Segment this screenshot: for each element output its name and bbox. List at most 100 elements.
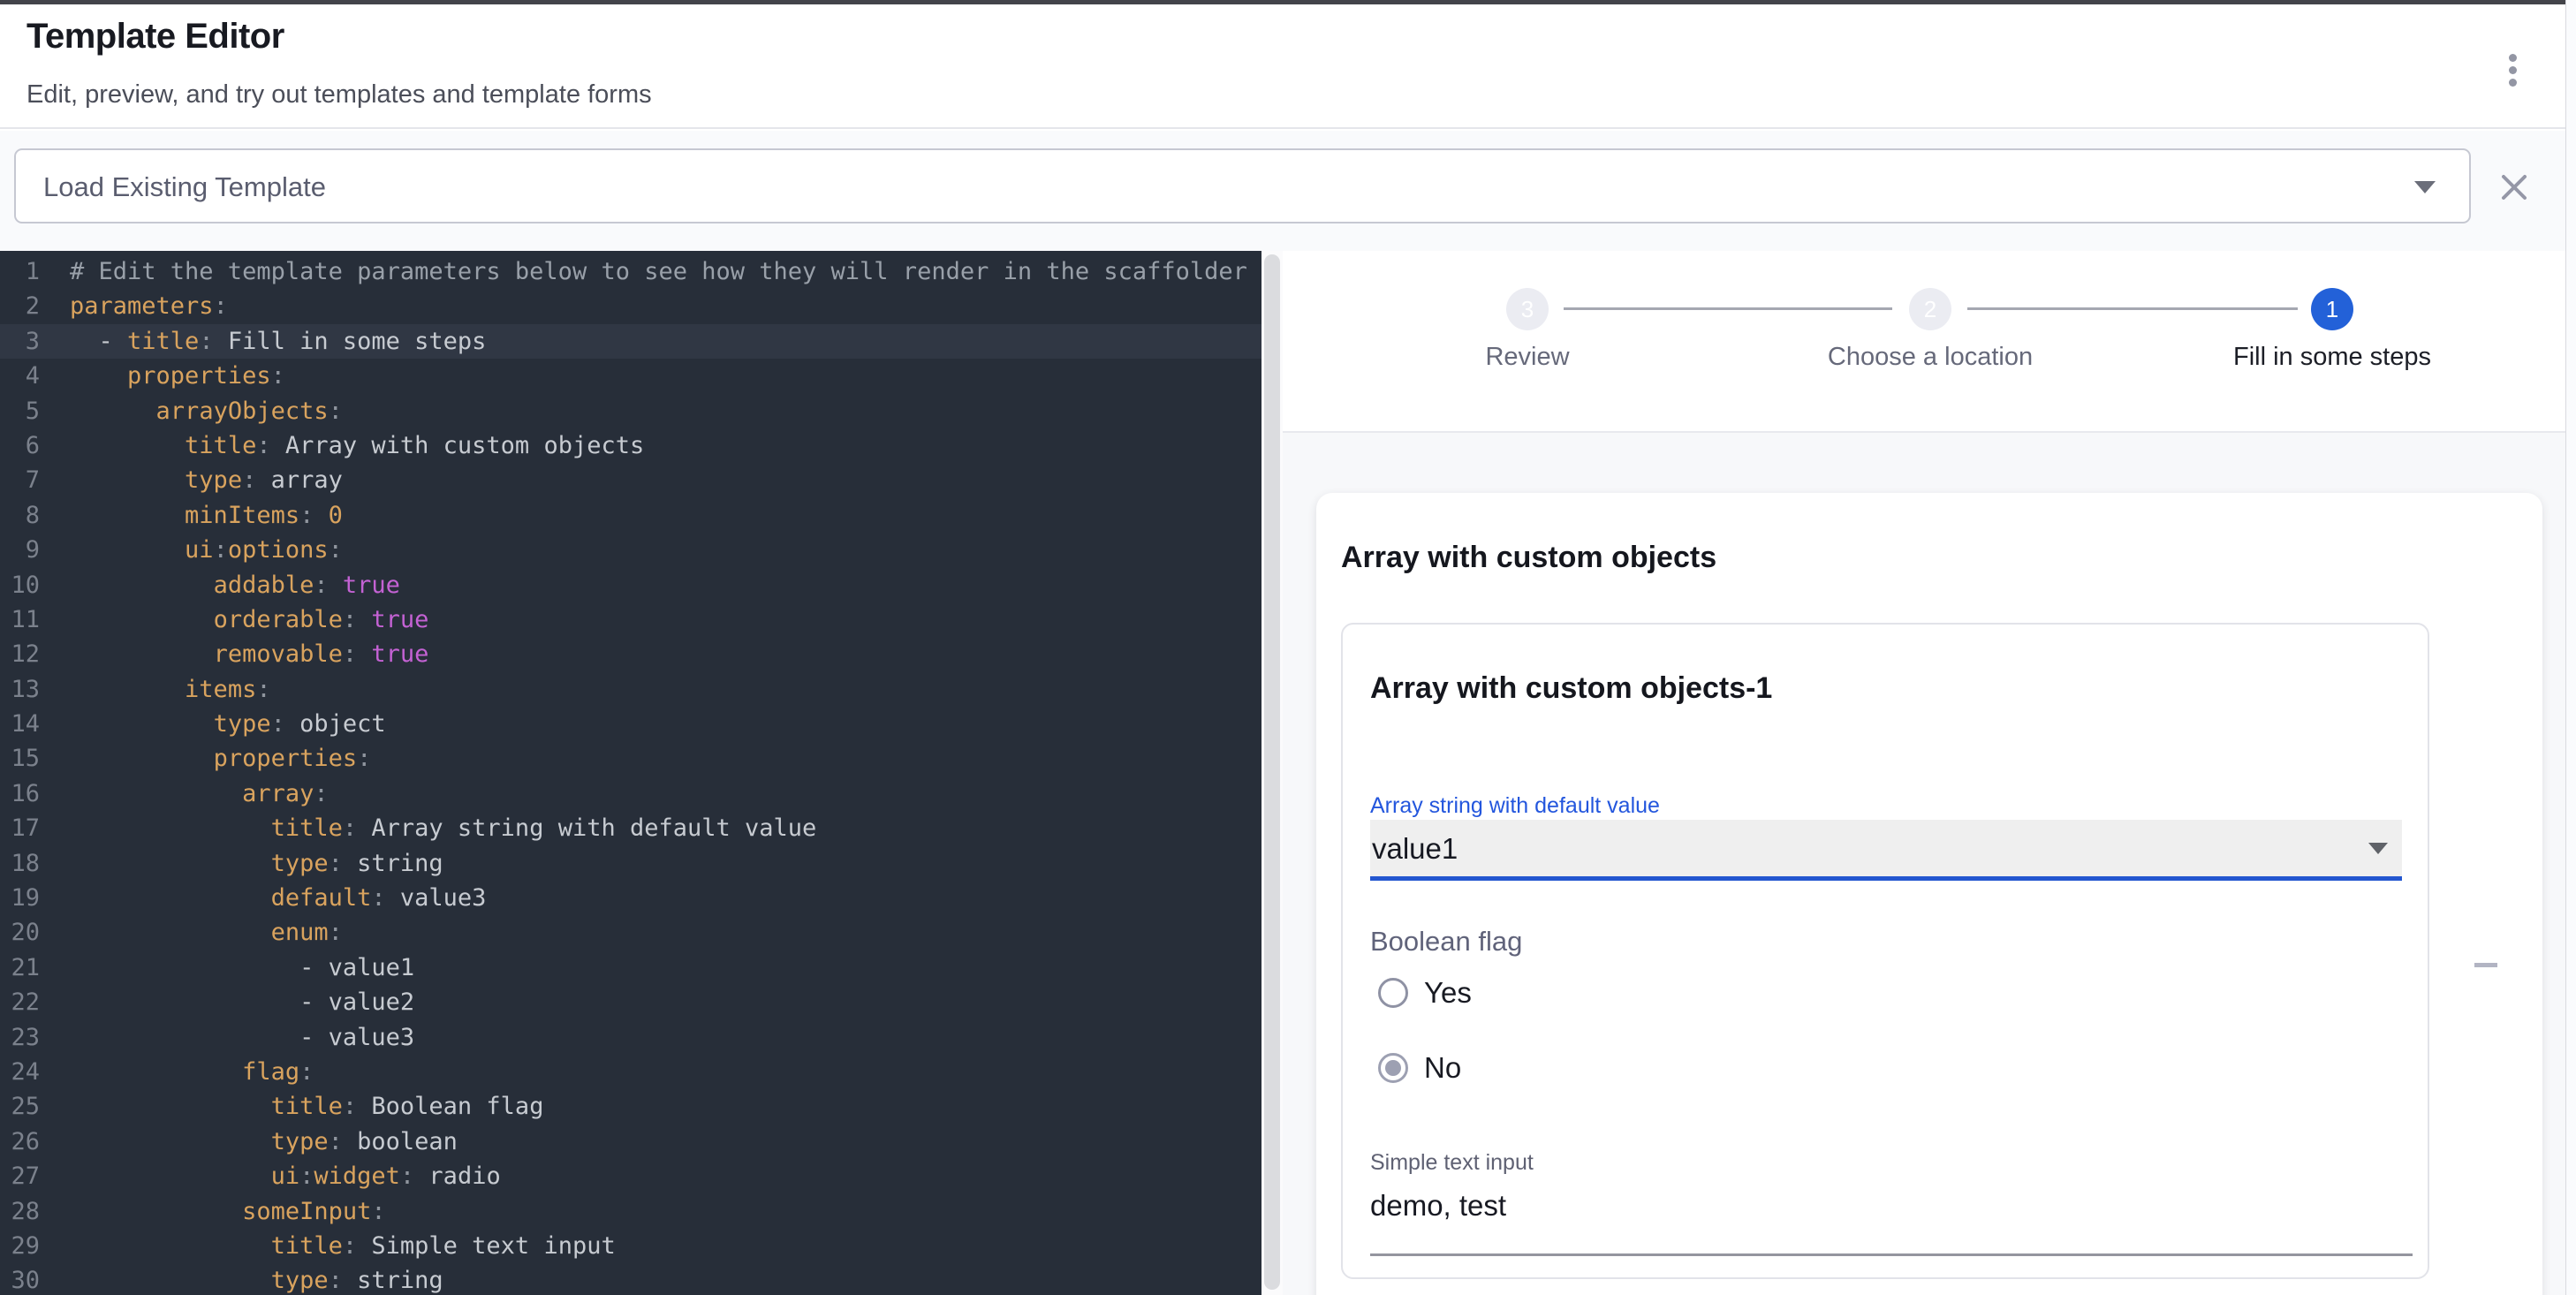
code-text: - value1 [70, 950, 414, 985]
line-number: 13 [0, 672, 40, 707]
code-line-2[interactable]: 2parameters: [0, 289, 1261, 323]
kebab-menu-icon[interactable] [2491, 40, 2534, 100]
code-line-12[interactable]: 12 removable: true [0, 637, 1261, 671]
line-number: 5 [0, 394, 40, 428]
code-line-23[interactable]: 23 - value3 [0, 1020, 1261, 1055]
stepper: 3Review 2 Choose a location 1 Fill in some s… [1283, 251, 2565, 433]
code-line-8[interactable]: 8 minItems: 0 [0, 498, 1261, 533]
code-text: orderable: true [70, 602, 428, 637]
line-number: 28 [0, 1194, 40, 1229]
code-line-18[interactable]: 18 type: string [0, 846, 1261, 881]
yaml-code-editor[interactable]: 1# Edit the template parameters below to… [0, 251, 1261, 1295]
line-number: 22 [0, 985, 40, 1019]
line-number: 6 [0, 428, 40, 463]
code-line-5[interactable]: 5 arrayObjects: [0, 394, 1261, 428]
code-text: enum: [70, 915, 343, 950]
code-text: minItems: 0 [70, 498, 343, 533]
code-line-6[interactable]: 6 title: Array with custom objects [0, 428, 1261, 463]
step-circle: 1 [2311, 288, 2353, 330]
code-text: parameters: [70, 289, 228, 323]
minus-icon [2474, 963, 2497, 967]
code-text: type: string [70, 846, 443, 881]
code-line-16[interactable]: 16 array: [0, 776, 1261, 811]
radio-group-label: Boolean flag [1370, 926, 1522, 958]
line-number: 16 [0, 776, 40, 811]
code-line-1[interactable]: 1# Edit the template parameters below to… [0, 254, 1261, 289]
code-text: items: [70, 672, 271, 707]
code-text: removable: true [70, 637, 428, 671]
remove-array-item-button[interactable] [2459, 938, 2512, 991]
load-existing-template-select[interactable]: Load Existing Template [14, 148, 2471, 223]
code-line-14[interactable]: 14 type: object [0, 707, 1261, 741]
select-caret-icon [2368, 843, 2388, 854]
code-line-3[interactable]: 3 - title: Fill in some steps [0, 324, 1261, 359]
step-connector [1967, 307, 2298, 310]
line-number: 14 [0, 707, 40, 741]
select-field-underline [1370, 876, 2402, 881]
step-choose-a-location[interactable]: 2 Choose a location [1745, 288, 2116, 372]
radio-unchecked-icon [1378, 978, 1408, 1008]
code-text: type: object [70, 707, 386, 741]
code-text: flag: [70, 1055, 314, 1089]
text-field-underline [1370, 1253, 2413, 1256]
code-text: default: value3 [70, 881, 486, 915]
code-line-22[interactable]: 22 - value2 [0, 985, 1261, 1019]
code-line-10[interactable]: 10 addable: true [0, 568, 1261, 602]
code-line-19[interactable]: 19 default: value3 [0, 881, 1261, 915]
code-text: type: string [70, 1263, 443, 1295]
editor-scrollbar[interactable] [1261, 251, 1283, 1295]
code-text: title: Boolean flag [70, 1089, 543, 1124]
code-line-15[interactable]: 15 properties: [0, 741, 1261, 776]
code-line-21[interactable]: 21 - value1 [0, 950, 1261, 985]
code-line-13[interactable]: 13 items: [0, 672, 1261, 707]
radio-option-no[interactable]: No [1378, 1030, 1472, 1105]
clear-template-button[interactable] [2496, 170, 2532, 205]
step-circle: 3 [1506, 288, 1549, 330]
step-label: Fill in some steps [2147, 343, 2518, 372]
line-number: 23 [0, 1020, 40, 1055]
page-scrollbar[interactable] [2565, 0, 2576, 1295]
code-line-11[interactable]: 11 orderable: true [0, 602, 1261, 637]
code-line-9[interactable]: 9 ui:options: [0, 533, 1261, 567]
code-line-27[interactable]: 27 ui:widget: radio [0, 1159, 1261, 1193]
code-line-7[interactable]: 7 type: array [0, 463, 1261, 497]
line-number: 27 [0, 1159, 40, 1193]
code-line-20[interactable]: 20 enum: [0, 915, 1261, 950]
code-text: ui:widget: radio [70, 1159, 501, 1193]
editor-scrollbar-thumb[interactable] [1264, 254, 1280, 1290]
line-number: 20 [0, 915, 40, 950]
code-text: properties: [70, 359, 285, 393]
step-label: Choose a location [1745, 343, 2116, 372]
code-line-26[interactable]: 26 type: boolean [0, 1125, 1261, 1159]
line-number: 12 [0, 637, 40, 671]
radio-option-label: Yes [1424, 976, 1472, 1010]
code-line-24[interactable]: 24 flag: [0, 1055, 1261, 1089]
line-number: 1 [0, 254, 40, 289]
step-fill-in-some-steps[interactable]: 1 Fill in some steps [2147, 288, 2518, 372]
code-line-30[interactable]: 30 type: string [0, 1263, 1261, 1295]
step-circle: 2 [1909, 288, 1951, 330]
code-text: properties: [70, 741, 371, 776]
select-field-value: value1 [1372, 832, 1458, 866]
line-number: 29 [0, 1229, 40, 1263]
code-text: title: Array with custom objects [70, 428, 644, 463]
step-review[interactable]: 3Review [1342, 288, 1713, 372]
code-line-4[interactable]: 4 properties: [0, 359, 1261, 393]
load-existing-template-label: Load Existing Template [43, 171, 326, 203]
simple-text-input[interactable]: demo, test [1370, 1189, 1506, 1223]
code-text: type: array [70, 463, 343, 497]
code-line-17[interactable]: 17 title: Array string with default valu… [0, 811, 1261, 845]
radio-option-yes[interactable]: Yes [1378, 955, 1472, 1030]
line-number: 24 [0, 1055, 40, 1089]
line-number: 30 [0, 1263, 40, 1295]
line-number: 11 [0, 602, 40, 637]
line-number: 4 [0, 359, 40, 393]
code-text: arrayObjects: [70, 394, 343, 428]
close-icon [2496, 170, 2532, 205]
code-line-25[interactable]: 25 title: Boolean flag [0, 1089, 1261, 1124]
code-line-29[interactable]: 29 title: Simple text input [0, 1229, 1261, 1263]
line-number: 26 [0, 1125, 40, 1159]
line-number: 17 [0, 811, 40, 845]
code-line-28[interactable]: 28 someInput: [0, 1194, 1261, 1229]
array-string-select[interactable]: value1 [1370, 820, 2402, 876]
